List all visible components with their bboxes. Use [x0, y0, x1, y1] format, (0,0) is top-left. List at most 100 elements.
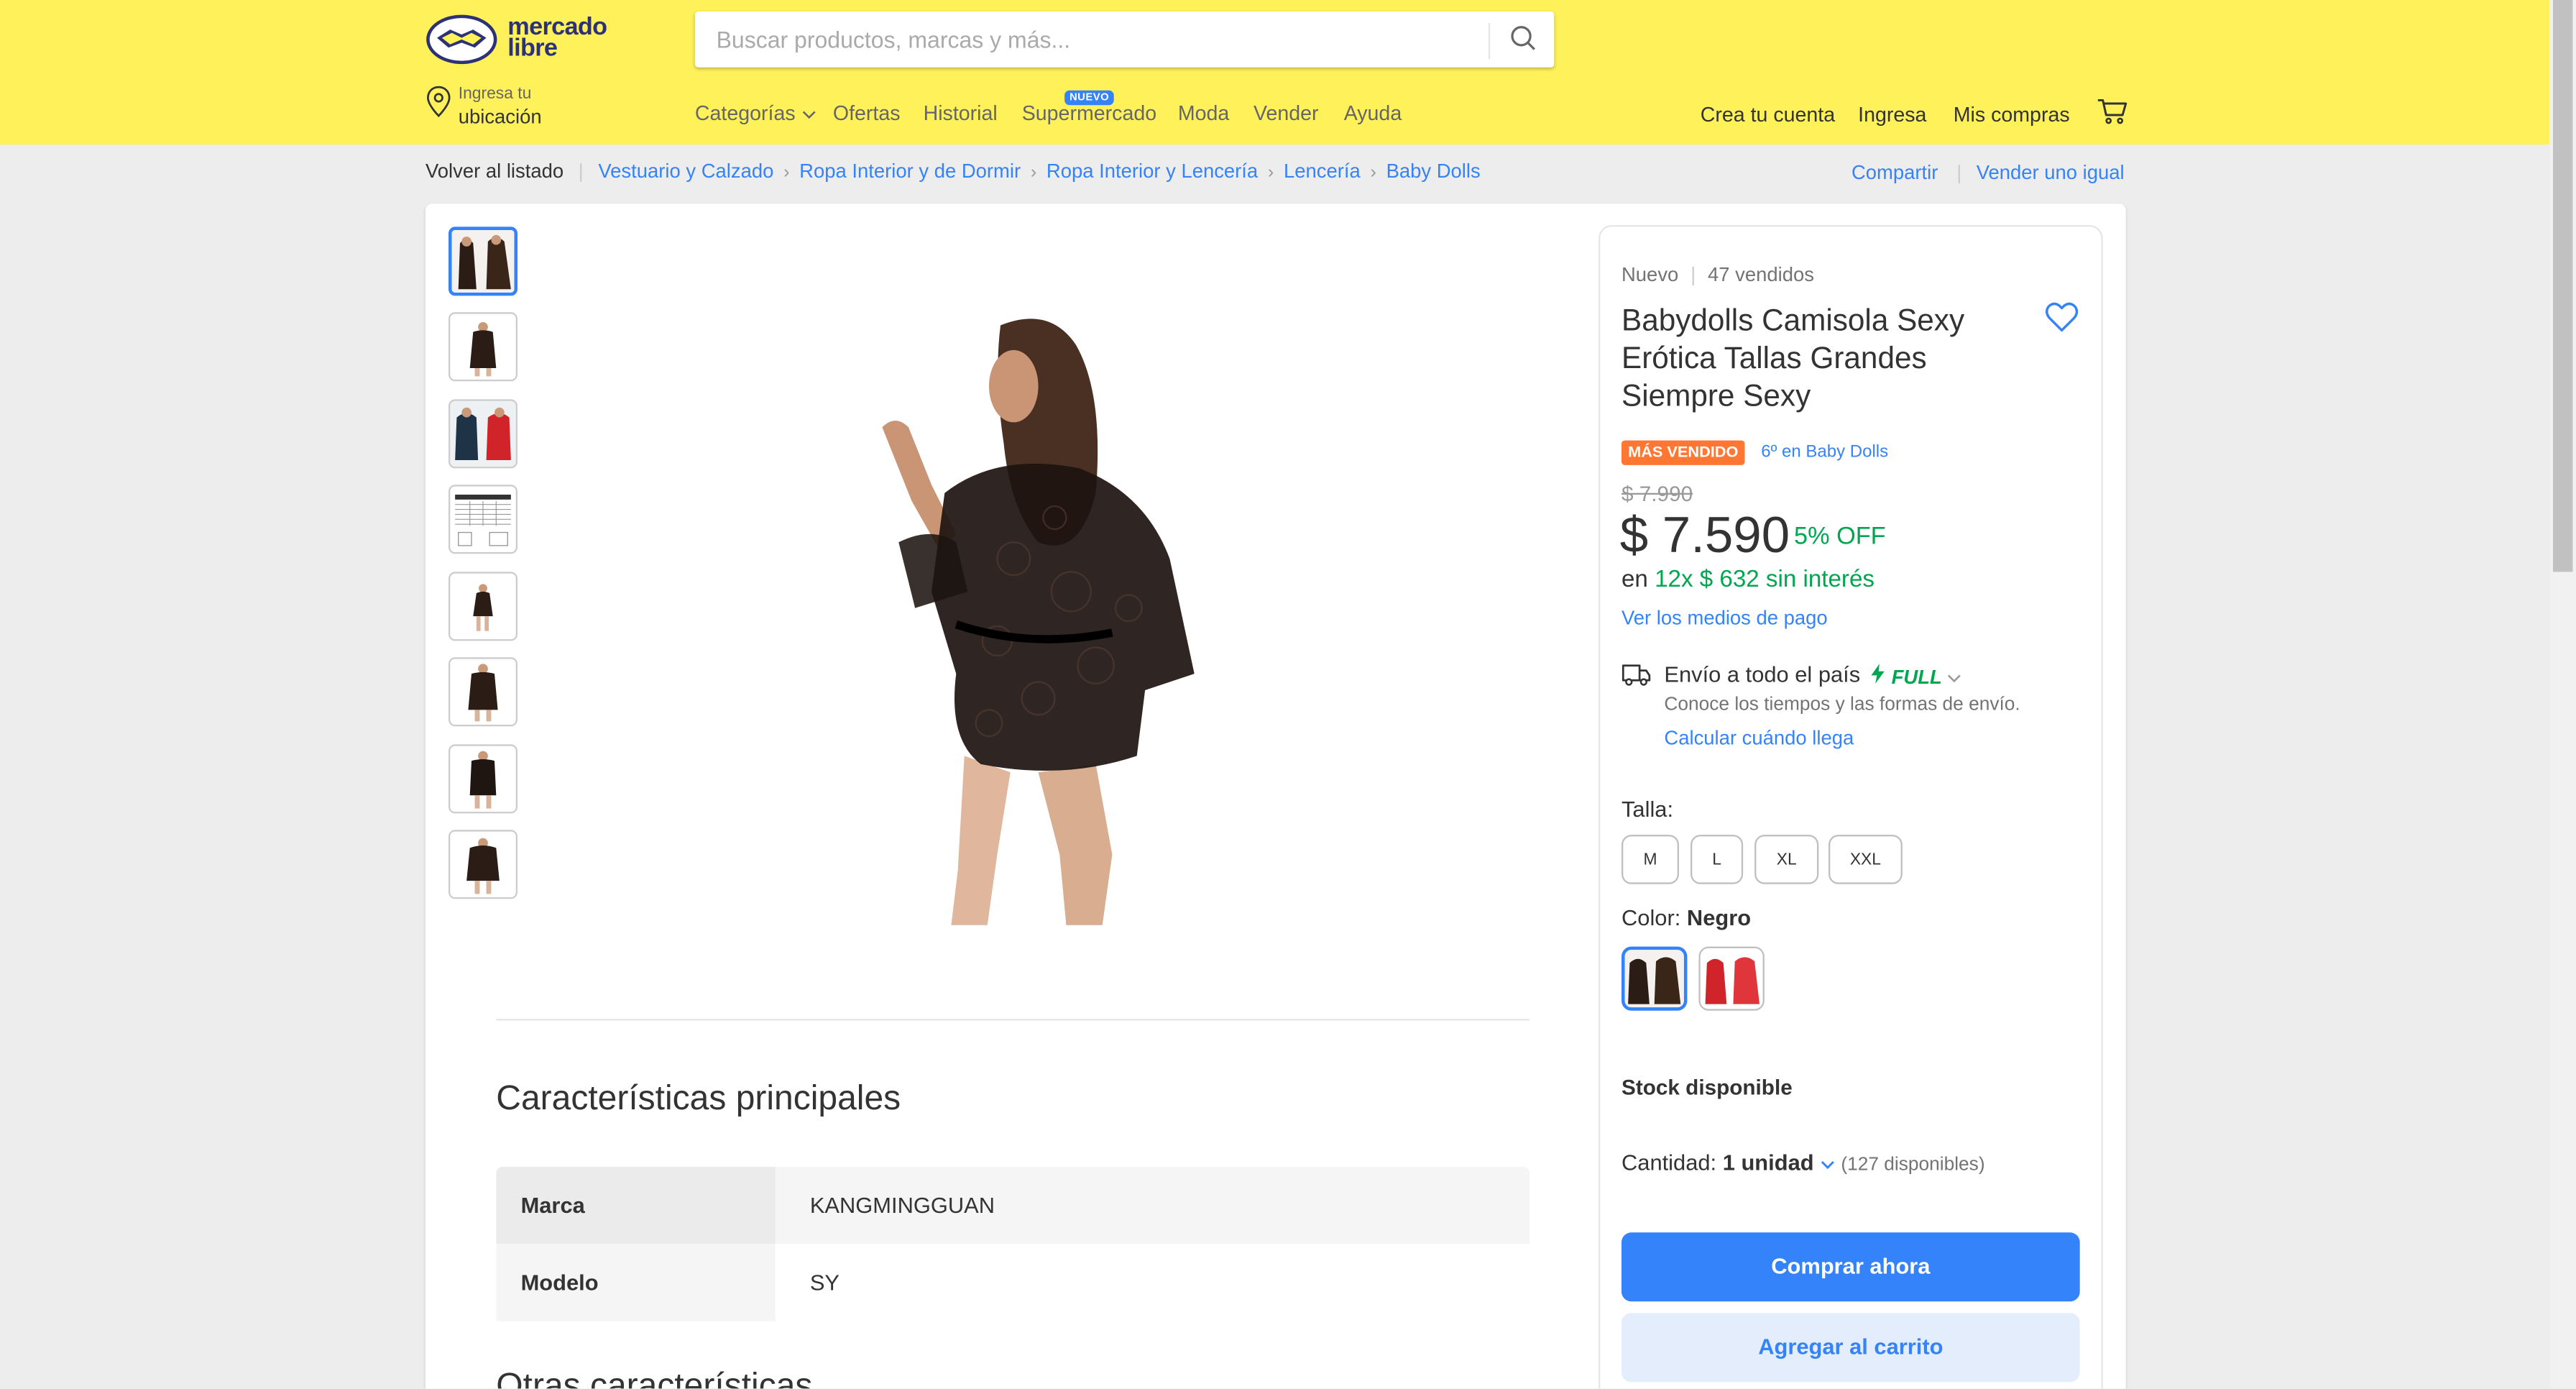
- breadcrumb-item[interactable]: Ropa Interior y de Dormir: [799, 160, 1021, 183]
- color-label-text: Color:: [1621, 905, 1681, 930]
- cart-icon: [2097, 98, 2128, 124]
- add-to-cart-button[interactable]: Agregar al carrito: [1621, 1313, 2080, 1383]
- gallery-thumbnail[interactable]: [448, 572, 518, 641]
- nav-fashion[interactable]: Moda: [1178, 102, 1229, 125]
- other-features-title: Otras características: [496, 1367, 813, 1389]
- feature-value: SY: [775, 1244, 1530, 1321]
- size-option-m[interactable]: M: [1621, 835, 1679, 884]
- breadcrumb-separator: |: [578, 159, 584, 183]
- bestseller-badge: MÁS VENDIDO: [1621, 440, 1745, 465]
- size-option-xxl[interactable]: XXL: [1828, 835, 1903, 884]
- nav-history[interactable]: Historial: [924, 102, 998, 125]
- category-rank-link[interactable]: 6º en Baby Dolls: [1761, 442, 1888, 462]
- login-link[interactable]: Ingresa: [1858, 104, 1926, 127]
- nav-categories[interactable]: Categorías: [695, 102, 816, 125]
- installments-value: 12x $ 632 sin interés: [1655, 567, 1874, 594]
- chevron-down-icon: [1948, 674, 1961, 683]
- nav-supermarket[interactable]: Supermercado: [1022, 102, 1156, 125]
- full-shipping-badge[interactable]: FULL: [1869, 664, 1961, 689]
- cart-button[interactable]: [2097, 96, 2130, 129]
- logo-wordmark: mercado libre: [507, 15, 607, 61]
- search-icon: [1511, 26, 1535, 50]
- buy-now-button[interactable]: Comprar ahora: [1621, 1232, 2080, 1302]
- stock-status: Stock disponible: [1621, 1074, 1793, 1100]
- scrollbar-thumb[interactable]: [2552, 0, 2573, 572]
- condition-separator: |: [1690, 262, 1696, 286]
- section-divider: [496, 1019, 1530, 1021]
- nav-help[interactable]: Ayuda: [1344, 102, 1402, 125]
- product-thumbnail-image: [450, 831, 516, 897]
- search-bar: [694, 11, 1555, 68]
- feature-key: Modelo: [496, 1244, 776, 1321]
- location-label: ubicación: [458, 105, 542, 129]
- full-label: FULL: [1891, 665, 1942, 689]
- product-title: Babydolls Camisola Sexy Erótica Tallas G…: [1621, 302, 1965, 413]
- search-input[interactable]: [694, 11, 1491, 68]
- shipping-title: Envío a todo el país: [1664, 662, 1861, 687]
- breadcrumb: Volver al listado | Vestuario y Calzado › Ro…: [426, 160, 1481, 183]
- color-swatch-image: [1624, 950, 1684, 1008]
- size-label: Talla:: [1621, 797, 1674, 822]
- back-to-list-link[interactable]: Volver al listado: [426, 160, 564, 183]
- payment-methods-link[interactable]: Ver los medios de pago: [1622, 606, 1828, 629]
- nav-offers[interactable]: Ofertas: [833, 102, 901, 125]
- product-main-image[interactable]: [865, 312, 1195, 925]
- favorite-button[interactable]: [2043, 299, 2079, 335]
- product-thumbnail-image: [450, 313, 516, 380]
- mercadolibre-logo[interactable]: mercado libre: [426, 13, 639, 65]
- product-photo: [865, 312, 1195, 925]
- color-swatch-black[interactable]: [1621, 946, 1688, 1011]
- location-hint: Ingresa tu: [458, 85, 532, 104]
- share-link[interactable]: Compartir: [1852, 161, 1938, 184]
- color-swatch-image: [1700, 948, 1763, 1009]
- create-account-link[interactable]: Crea tu cuenta: [1701, 104, 1835, 127]
- product-thumbnail-image: [450, 659, 516, 725]
- color-swatch-red[interactable]: [1698, 946, 1765, 1011]
- sell-same-link[interactable]: Vender uno igual: [1977, 161, 2125, 184]
- gallery-thumbnail[interactable]: [448, 657, 518, 727]
- chevron-down-icon: [1821, 1160, 1834, 1170]
- calculate-shipping-link[interactable]: Calcular cuándo llega: [1664, 726, 1854, 749]
- installments-prefix: en: [1621, 567, 1648, 594]
- location-pin-icon: [427, 86, 451, 118]
- size-option-xl[interactable]: XL: [1754, 835, 1819, 884]
- current-price: $ 7.590: [1619, 505, 1790, 564]
- chevron-right-icon: ›: [1267, 162, 1274, 183]
- product-thumbnail-image: [450, 573, 516, 640]
- shipping-truck-icon: [1622, 662, 1651, 687]
- site-header: mercado libre Ingresa tu ubicación: [0, 0, 2550, 145]
- gallery-thumbnail[interactable]: [448, 399, 518, 469]
- quantity-value: 1 unidad: [1722, 1150, 1814, 1175]
- table-row: Marca KANGMINGGUAN: [496, 1166, 1530, 1244]
- quantity-selector[interactable]: Cantidad: 1 unidad (127 disponibles): [1622, 1150, 1985, 1175]
- discount-label: 5% OFF: [1793, 522, 1886, 551]
- quantity-available: (127 disponibles): [1841, 1155, 1985, 1175]
- location-selector[interactable]: Ingresa tu ubicación: [426, 82, 606, 132]
- feature-value: KANGMINGGUAN: [775, 1166, 1530, 1244]
- handshake-logo-icon: [426, 14, 497, 65]
- gallery-thumbnail[interactable]: [448, 226, 518, 296]
- breadcrumb-item[interactable]: Baby Dolls: [1386, 160, 1481, 183]
- chevron-down-icon: [802, 111, 815, 119]
- gallery-thumbnail[interactable]: [448, 744, 518, 814]
- table-row: Modelo SY: [496, 1244, 1530, 1321]
- original-price: $ 7.990: [1621, 481, 1693, 506]
- gallery-thumbnail[interactable]: [448, 485, 518, 554]
- breadcrumb-item[interactable]: Vestuario y Calzado: [598, 160, 773, 183]
- size-option-l[interactable]: L: [1690, 835, 1744, 884]
- nav-categories-label: Categorías: [694, 101, 796, 125]
- feature-key: Marca: [496, 1166, 776, 1244]
- breadcrumb-item[interactable]: Lencería: [1284, 160, 1361, 183]
- gallery-thumbnail[interactable]: [448, 830, 518, 899]
- features-table: Marca KANGMINGGUAN Modelo SY: [496, 1166, 1530, 1324]
- color-label: Color: Negro: [1622, 905, 1751, 930]
- breadcrumb-item[interactable]: Ropa Interior y Lencería: [1046, 160, 1258, 183]
- search-button[interactable]: [1490, 12, 1555, 68]
- chevron-right-icon: ›: [1030, 162, 1037, 183]
- size-chart-thumbnail-image: [450, 486, 516, 552]
- my-purchases-link[interactable]: Mis compras: [1954, 104, 2070, 127]
- gallery-thumbnail[interactable]: [448, 312, 518, 382]
- nav-sell[interactable]: Vender: [1254, 102, 1319, 125]
- breadcrumb-separator: |: [1956, 160, 1962, 184]
- chevron-right-icon: ›: [783, 162, 790, 183]
